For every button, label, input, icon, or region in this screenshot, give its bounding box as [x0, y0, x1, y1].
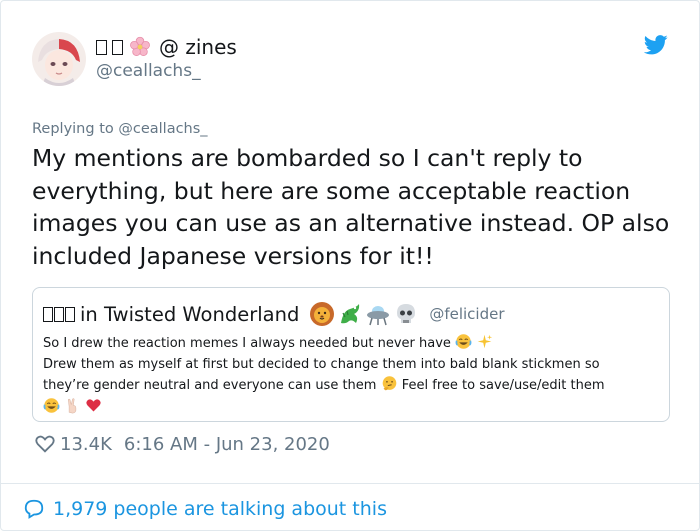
conversation-link-text: 1,979 people are talking about this [53, 498, 387, 520]
missing-glyph-icon [112, 39, 123, 55]
twitter-bird-icon[interactable] [644, 35, 668, 55]
tweet-card: @ zines @ceallachs_ Replying to @ceallac… [0, 0, 700, 531]
timestamp[interactable]: 6:16 AM - Jun 23, 2020 [124, 434, 330, 455]
avatar[interactable] [32, 32, 86, 86]
tears-of-joy-icon [455, 334, 472, 349]
tweet-meta: 13.4K 6:16 AM - Jun 23, 2020 [34, 431, 330, 457]
quoted-line-2: Drew them as myself at first but decided… [43, 356, 600, 372]
speech-bubble-icon [24, 499, 44, 519]
quoted-tweet-header: in Twisted Wonderland @felicider [43, 300, 505, 328]
red-heart-icon [86, 398, 101, 411]
replying-to-label[interactable]: Replying to @ceallachs_ [32, 121, 208, 137]
missing-glyph-icon [96, 39, 107, 55]
quoted-author-name: in Twisted Wonderland [80, 302, 300, 326]
quoted-tweet-text: So I drew the reaction memes I always ne… [43, 333, 663, 418]
dragon-icon [341, 304, 360, 324]
cherry-blossom-icon [130, 36, 150, 56]
skull-icon [397, 304, 416, 323]
conversation-link[interactable]: 1,979 people are talking about this [23, 495, 387, 523]
missing-glyph-icon [54, 306, 64, 322]
divider [1, 483, 699, 484]
tweet-text: My mentions are bombarded so I can't rep… [32, 144, 670, 270]
thinking-face-icon [382, 376, 396, 391]
like-count[interactable]: 13.4K [60, 434, 112, 455]
quoted-line-4 [43, 397, 663, 419]
author-display-name[interactable]: @ zines [96, 34, 237, 60]
sparkles-icon [477, 334, 493, 349]
heart-outline-icon[interactable] [34, 433, 56, 455]
author-name-text: @ zines [159, 35, 237, 59]
quoted-tweet[interactable]: in Twisted Wonderland @felicider So I dr… [32, 287, 670, 422]
lion-icon [310, 302, 335, 326]
quoted-line-1: So I drew the reaction memes I always ne… [43, 333, 663, 355]
quoted-author-handle: @felicider [429, 305, 505, 323]
victory-hand-icon [68, 397, 77, 413]
tears-of-joy-icon [43, 397, 60, 413]
quoted-name-emojis [309, 301, 419, 327]
missing-glyph-icon [65, 306, 75, 322]
quoted-line-3: they’re gender neutral and everyone can … [43, 375, 663, 397]
missing-glyph-icon [43, 306, 53, 322]
ufo-icon [367, 306, 390, 326]
author-handle[interactable]: @ceallachs_ [96, 61, 201, 81]
